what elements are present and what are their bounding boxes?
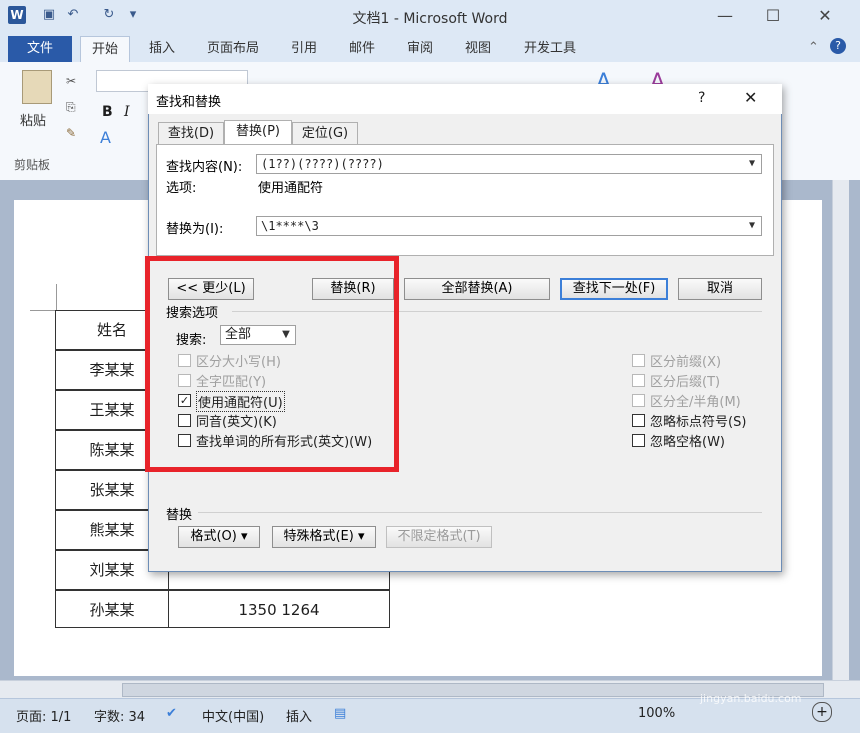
minimize-button[interactable]: — <box>708 4 742 28</box>
replace-label: 替换为(I): <box>166 222 224 237</box>
language-indicator[interactable]: 中文(中国) <box>202 706 264 725</box>
tab-find[interactable]: 查找(D) <box>158 122 224 145</box>
match-suffix-checkbox[interactable] <box>632 374 645 387</box>
tab-references[interactable]: 引用 <box>282 36 326 62</box>
tab-view[interactable]: 视图 <box>456 36 500 62</box>
dialog-title: 查找和替换 <box>156 95 222 110</box>
tab-developer[interactable]: 开发工具 <box>514 36 586 62</box>
replace-all-button[interactable]: 全部替换(A) <box>404 278 550 300</box>
table-cell[interactable]: 孙某某 <box>55 590 169 628</box>
italic-button[interactable]: I <box>124 104 130 120</box>
cut-icon[interactable]: ✂ <box>66 74 76 88</box>
paste-icon[interactable] <box>22 70 52 104</box>
no-format-button[interactable]: 不限定格式(T) <box>386 526 492 548</box>
baidu-watermark-logo: Baidu经验 <box>660 646 775 671</box>
match-width-checkbox[interactable] <box>632 394 645 407</box>
tab-insert[interactable]: 插入 <box>140 36 184 62</box>
table-cell[interactable] <box>168 570 390 590</box>
insert-mode[interactable]: 插入 <box>286 706 312 725</box>
paste-label[interactable]: 粘贴 <box>20 110 46 129</box>
match-width-label: 区分全/半角(M) <box>650 395 741 410</box>
divider <box>198 512 762 513</box>
match-suffix-label: 区分后缀(T) <box>650 375 721 390</box>
macro-icon[interactable]: ▤ <box>334 706 346 721</box>
table-corner-mark <box>30 310 56 311</box>
dialog-title-bar <box>148 84 782 114</box>
baidu-watermark-url: jingyan.baidu.com <box>700 692 802 705</box>
zoom-level[interactable]: 100% <box>638 706 675 721</box>
dialog-help-button[interactable]: ? <box>698 90 705 106</box>
replace-input[interactable]: \1****\3 ▼ <box>256 216 762 236</box>
text-effect-icon[interactable]: A <box>100 128 111 147</box>
help-icon[interactable]: ? <box>830 38 846 54</box>
match-prefix-checkbox[interactable] <box>632 354 645 367</box>
chevron-down-icon[interactable]: ▼ <box>743 155 761 173</box>
table-cell-value[interactable]: 1350 1264 <box>168 590 390 628</box>
vertical-scrollbar[interactable] <box>832 180 849 680</box>
ribbon-minimize-icon[interactable]: ⌃ <box>808 40 819 55</box>
find-input-value: (1??)(????)(????) <box>261 157 384 171</box>
tab-page-layout[interactable]: 页面布局 <box>198 36 268 62</box>
zoom-in-icon[interactable]: + <box>812 702 832 722</box>
page-count[interactable]: 页面: 1/1 <box>16 706 71 725</box>
tab-review[interactable]: 审阅 <box>398 36 442 62</box>
options-value: 使用通配符 <box>258 181 324 196</box>
find-label: 查找内容(N): <box>166 160 243 175</box>
highlight-box <box>145 256 399 472</box>
cancel-button[interactable]: 取消 <box>678 278 762 300</box>
options-label: 选项: <box>166 181 197 196</box>
bold-button[interactable]: B <box>102 104 113 120</box>
proofing-icon[interactable]: ✔ <box>166 706 177 721</box>
tab-goto[interactable]: 定位(G) <box>292 122 358 145</box>
match-prefix-label: 区分前缀(X) <box>650 355 722 370</box>
clipboard-group-label: 剪贴板 <box>14 158 51 172</box>
ignore-space-label: 忽略空格(W) <box>650 435 725 450</box>
table-corner-mark <box>56 284 57 310</box>
chevron-down-icon[interactable]: ▼ <box>743 217 761 235</box>
ignore-space-checkbox[interactable] <box>632 434 645 447</box>
special-format-button[interactable]: 特殊格式(E) ▾ <box>272 526 376 548</box>
format-button[interactable]: 格式(O) ▾ <box>178 526 260 548</box>
format-painter-icon[interactable]: ✎ <box>66 126 76 140</box>
replace-input-value: \1****\3 <box>261 219 319 233</box>
file-tab[interactable]: 文件 <box>8 36 72 62</box>
find-next-button[interactable]: 查找下一处(F) <box>560 278 668 300</box>
close-button[interactable]: ✕ <box>808 4 842 28</box>
ignore-punct-label: 忽略标点符号(S) <box>650 415 747 430</box>
copy-icon[interactable]: ⎘ <box>66 100 76 115</box>
word-count[interactable]: 字数: 34 <box>94 706 145 725</box>
dialog-close-button[interactable]: ✕ <box>744 88 757 107</box>
maximize-button[interactable]: ☐ <box>756 4 790 28</box>
tab-replace[interactable]: 替换(P) <box>224 120 292 145</box>
ignore-punct-checkbox[interactable] <box>632 414 645 427</box>
replace-section-title: 替换 <box>166 508 193 523</box>
find-input[interactable]: (1??)(????)(????) ▼ <box>256 154 762 174</box>
tab-mailings[interactable]: 邮件 <box>340 36 384 62</box>
tab-home[interactable]: 开始 <box>80 36 130 63</box>
